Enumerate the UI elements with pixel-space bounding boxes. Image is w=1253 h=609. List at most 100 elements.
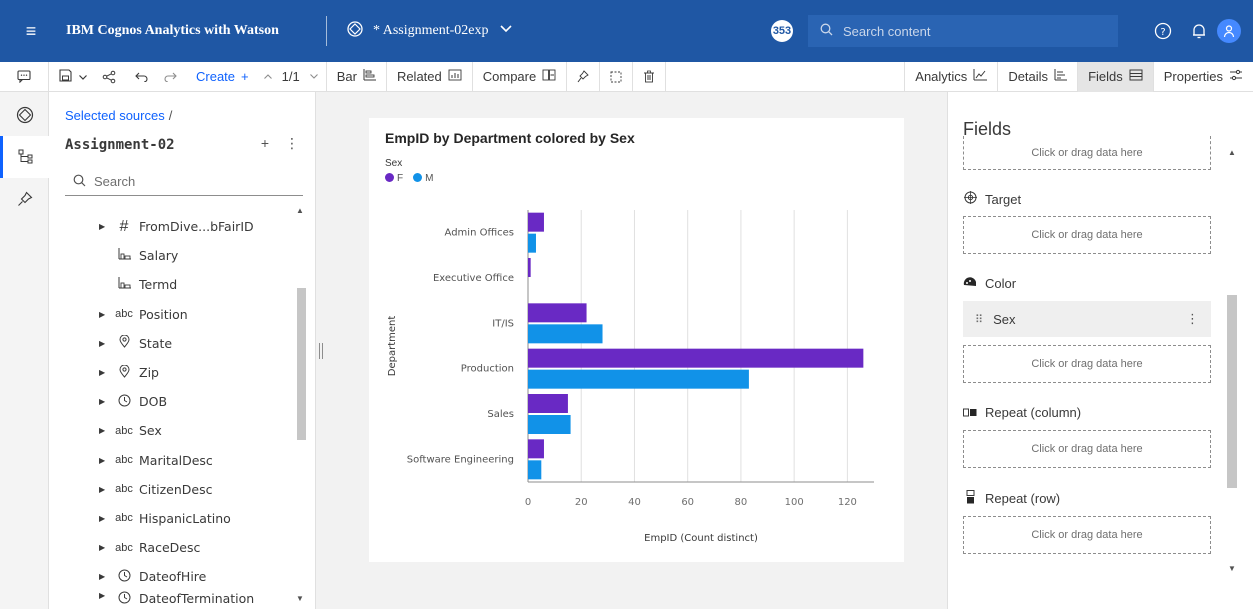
list-item[interactable]: ▶ State bbox=[49, 329, 299, 358]
list-item[interactable]: ▶ DateofTermination bbox=[49, 591, 299, 605]
bar-f bbox=[528, 212, 544, 232]
legend-title: Sex bbox=[385, 158, 403, 169]
data-sources-icon[interactable] bbox=[0, 136, 49, 178]
share-icon[interactable] bbox=[95, 62, 123, 92]
repeat-column-drop-zone[interactable]: Click or drag data here bbox=[963, 430, 1211, 468]
scroll-down-arrow-icon[interactable]: ▼ bbox=[1228, 564, 1236, 573]
list-item[interactable]: ▶ abc CitizenDesc bbox=[49, 475, 299, 504]
fields-tab[interactable]: Fields bbox=[1077, 61, 1153, 92]
comment-icon[interactable] bbox=[0, 61, 49, 92]
bell-icon[interactable] bbox=[1181, 0, 1217, 62]
list-item[interactable]: ▶ # FromDive...bFairID bbox=[49, 212, 299, 241]
list-item[interactable]: ▶Salary bbox=[49, 241, 299, 270]
expand-caret-icon[interactable]: ▶ bbox=[99, 456, 109, 465]
next-page-icon[interactable] bbox=[302, 61, 327, 92]
selected-sources-link[interactable]: Selected sources bbox=[65, 108, 165, 123]
details-tab[interactable]: Details bbox=[997, 61, 1077, 92]
scroll-up-arrow-icon[interactable]: ▲ bbox=[1228, 148, 1236, 157]
list-item[interactable]: ▶ Zip bbox=[49, 358, 299, 387]
source-search-input[interactable]: Search bbox=[65, 168, 303, 196]
properties-label: Properties bbox=[1163, 69, 1223, 84]
redo-icon[interactable] bbox=[156, 62, 184, 92]
help-icon[interactable]: ? bbox=[1145, 0, 1181, 62]
focus-icon[interactable] bbox=[600, 61, 634, 92]
target-drop-zone[interactable]: Click or drag data here bbox=[963, 216, 1211, 254]
document-title-label: * Assignment-02exp bbox=[373, 23, 489, 38]
list-item[interactable]: ▶ DateofHire bbox=[49, 562, 299, 591]
document-title[interactable]: * Assignment-02exp bbox=[347, 20, 513, 42]
color-field-chip[interactable]: ⠿ Sex ⋮ bbox=[963, 301, 1211, 337]
expand-caret-icon[interactable]: ▶ bbox=[99, 339, 109, 348]
previous-page-icon[interactable] bbox=[256, 62, 280, 92]
expand-caret-icon[interactable]: ▶ bbox=[99, 310, 109, 319]
bar-f bbox=[528, 394, 568, 413]
expand-caret-icon[interactable]: ▶ bbox=[99, 572, 109, 581]
exploration-navigator-icon[interactable] bbox=[0, 94, 49, 136]
bar-m bbox=[528, 415, 571, 434]
save-menu-button[interactable] bbox=[49, 62, 95, 92]
properties-sliders-icon bbox=[1229, 69, 1243, 84]
analytics-icon bbox=[973, 69, 988, 84]
scroll-down-arrow-icon[interactable]: ▼ bbox=[296, 594, 304, 603]
analytics-tab[interactable]: Analytics bbox=[904, 61, 997, 92]
color-drop-zone[interactable]: Click or drag data here bbox=[963, 345, 1211, 383]
drop-zone[interactable]: Click or drag data here bbox=[963, 136, 1211, 170]
svg-text:?: ? bbox=[1160, 27, 1165, 38]
bar-f bbox=[528, 303, 587, 323]
drag-handle-icon[interactable]: ⠿ bbox=[975, 313, 983, 326]
list-item[interactable]: ▶Termd bbox=[49, 270, 299, 299]
list-item[interactable]: ▶ abc HispanicLatino bbox=[49, 504, 299, 533]
compare-label: Compare bbox=[482, 69, 537, 84]
scroll-up-arrow-icon[interactable]: ▲ bbox=[296, 206, 304, 215]
search-content-box[interactable]: Search content bbox=[808, 15, 1118, 47]
toolbar: Create + 1/1 Bar Related Compare Analyti… bbox=[0, 61, 1253, 92]
menu-icon[interactable]: ≡ bbox=[0, 0, 62, 62]
list-item[interactable]: ▶ abc RaceDesc bbox=[49, 533, 299, 562]
details-icon bbox=[1054, 69, 1068, 84]
repeat-column-label: Repeat (column) bbox=[985, 405, 1082, 420]
top-bar: ≡ IBM Cognos Analytics with Watson * Ass… bbox=[0, 0, 1253, 62]
add-source-icon[interactable]: + bbox=[261, 135, 269, 152]
text-attribute-icon: abc bbox=[115, 308, 133, 321]
expand-caret-icon[interactable]: ▶ bbox=[99, 514, 109, 523]
overflow-menu-icon[interactable]: ⋮ bbox=[1186, 311, 1199, 327]
user-avatar-icon[interactable] bbox=[1217, 19, 1241, 43]
expand-caret-icon[interactable]: ▶ bbox=[99, 485, 109, 494]
legend-item-f[interactable]: F bbox=[385, 173, 403, 184]
expand-caret-icon[interactable]: ▶ bbox=[99, 368, 109, 377]
visualization-type-button[interactable]: Bar bbox=[327, 61, 387, 92]
expand-caret-icon[interactable]: ▶ bbox=[99, 426, 109, 435]
expand-caret-icon[interactable]: ▶ bbox=[99, 591, 109, 600]
legend-label: F bbox=[397, 173, 404, 184]
list-item[interactable]: ▶ DOB bbox=[49, 387, 299, 416]
pin-icon[interactable] bbox=[567, 61, 601, 92]
delete-icon[interactable] bbox=[633, 61, 667, 92]
repeat-row-slot-label: Repeat (row) bbox=[963, 490, 1060, 507]
legend-item-m[interactable]: M bbox=[413, 173, 433, 184]
create-button[interactable]: Create + bbox=[184, 62, 256, 92]
related-button[interactable]: Related bbox=[387, 61, 473, 92]
properties-tab[interactable]: Properties bbox=[1152, 61, 1253, 92]
overflow-menu-icon[interactable]: ⋮ bbox=[285, 135, 299, 152]
expand-caret-icon[interactable]: ▶ bbox=[99, 222, 109, 231]
undo-icon[interactable] bbox=[123, 62, 156, 92]
list-item[interactable]: ▶ abc MaritalDesc bbox=[49, 446, 299, 475]
repeat-row-drop-zone[interactable]: Click or drag data here bbox=[963, 516, 1211, 554]
expand-caret-icon[interactable]: ▶ bbox=[99, 397, 109, 406]
y-category-label: Admin Offices bbox=[445, 228, 514, 239]
compare-button[interactable]: Compare bbox=[473, 61, 568, 92]
text-attribute-icon: abc bbox=[115, 424, 133, 437]
notification-count-badge[interactable]: 353 bbox=[771, 20, 793, 42]
list-item[interactable]: ▶ abc Position bbox=[49, 300, 299, 329]
list-item[interactable]: ▶ abc Sex bbox=[49, 416, 299, 445]
fields-panel-scrollbar[interactable] bbox=[1227, 295, 1237, 488]
expand-caret-icon[interactable]: ▶ bbox=[99, 543, 109, 552]
visualization-card[interactable]: EmpID by Department colored by Sex Sex F… bbox=[369, 118, 904, 562]
pin-icon[interactable] bbox=[0, 178, 49, 220]
chevron-down-icon[interactable] bbox=[499, 23, 513, 39]
panel-resize-handle[interactable] bbox=[319, 343, 323, 359]
data-panel-scrollbar[interactable] bbox=[297, 288, 306, 440]
app-title: IBM Cognos Analytics with Watson bbox=[66, 23, 279, 38]
geo-location-icon bbox=[113, 334, 135, 351]
left-rail bbox=[0, 92, 49, 609]
